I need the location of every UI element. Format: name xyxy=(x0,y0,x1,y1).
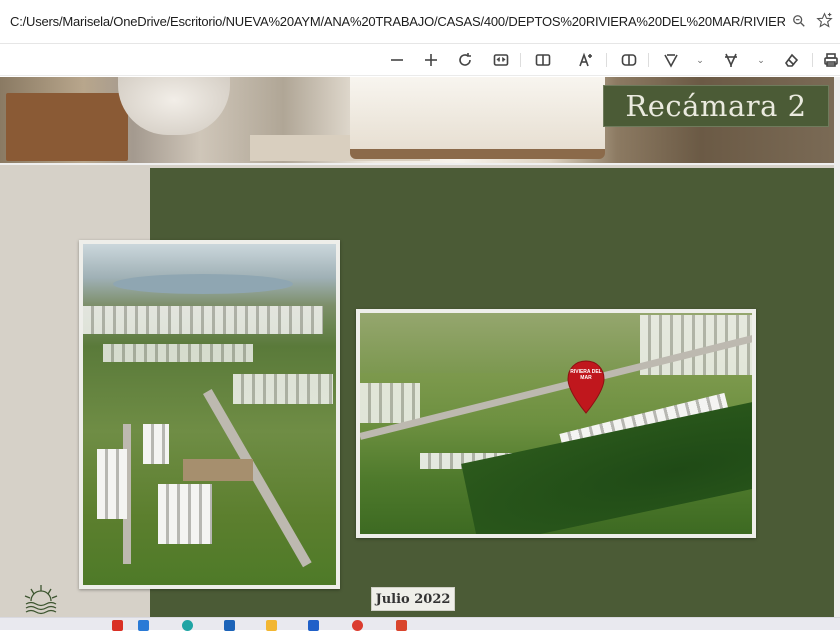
app-icon[interactable] xyxy=(266,620,277,631)
highlight-icon[interactable] xyxy=(722,50,740,70)
print-icon[interactable] xyxy=(822,50,840,70)
date-label: Julio 2022 xyxy=(375,591,451,607)
app-icon[interactable] xyxy=(396,620,407,631)
date-badge: Julio 2022 xyxy=(371,587,455,611)
zoom-out-icon[interactable] xyxy=(388,50,406,70)
houses-shape xyxy=(158,484,212,544)
pdf-toolbar: ⌄ ⌄ xyxy=(0,44,840,76)
draw-icon[interactable] xyxy=(662,50,680,70)
pouf-shape xyxy=(118,77,230,135)
toolbar-divider xyxy=(648,53,649,67)
favorite-star-icon[interactable] xyxy=(816,12,836,32)
app-icon[interactable] xyxy=(352,620,363,631)
houses-shape xyxy=(143,424,169,464)
toolbar-divider xyxy=(606,53,607,67)
page-view-icon[interactable] xyxy=(534,50,552,70)
app-icon[interactable] xyxy=(138,620,149,631)
sun-waves-logo-icon xyxy=(22,583,60,615)
zoom-icon[interactable] xyxy=(792,14,808,30)
houses-shape xyxy=(97,449,127,519)
taskbar xyxy=(0,617,840,631)
aerial-photo-left xyxy=(79,240,340,589)
zoom-in-icon[interactable] xyxy=(422,50,440,70)
fit-page-icon[interactable] xyxy=(492,50,510,70)
address-bar[interactable]: C:/Users/Marisela/OneDrive/Escritorio/NU… xyxy=(0,0,840,44)
shelf-shape xyxy=(6,93,128,161)
location-pin-icon xyxy=(566,359,606,415)
houses-shape xyxy=(103,344,253,362)
houses-shape xyxy=(83,306,323,334)
immersive-reader-icon[interactable] xyxy=(620,50,638,70)
app-icon[interactable] xyxy=(112,620,123,631)
toolbar-divider xyxy=(812,53,813,67)
banner-title: Recámara 2 xyxy=(625,89,807,123)
rotate-icon[interactable] xyxy=(456,50,474,70)
houses-shape xyxy=(360,383,420,423)
app-icon[interactable] xyxy=(224,620,235,631)
bed-shape xyxy=(350,77,605,159)
url-text[interactable]: C:/Users/Marisela/OneDrive/Escritorio/NU… xyxy=(10,14,785,29)
app-icon[interactable] xyxy=(308,620,319,631)
toolbar-divider xyxy=(520,53,521,67)
erase-icon[interactable] xyxy=(782,50,800,70)
dirt-lot-shape xyxy=(183,459,253,481)
chevron-down-icon[interactable]: ⌄ xyxy=(695,50,705,70)
lake-shape xyxy=(113,274,293,294)
pin-label: RIVIERA DEL MAR xyxy=(570,369,602,381)
banner-title-box: Recámara 2 xyxy=(603,85,829,127)
houses-shape xyxy=(233,374,333,404)
aerial-photo-right xyxy=(356,309,756,538)
app-icon[interactable] xyxy=(182,620,193,631)
chevron-down-icon[interactable]: ⌄ xyxy=(756,50,766,70)
read-aloud-icon[interactable] xyxy=(576,50,596,70)
bedroom-banner-photo: Recámara 2 xyxy=(0,77,834,163)
